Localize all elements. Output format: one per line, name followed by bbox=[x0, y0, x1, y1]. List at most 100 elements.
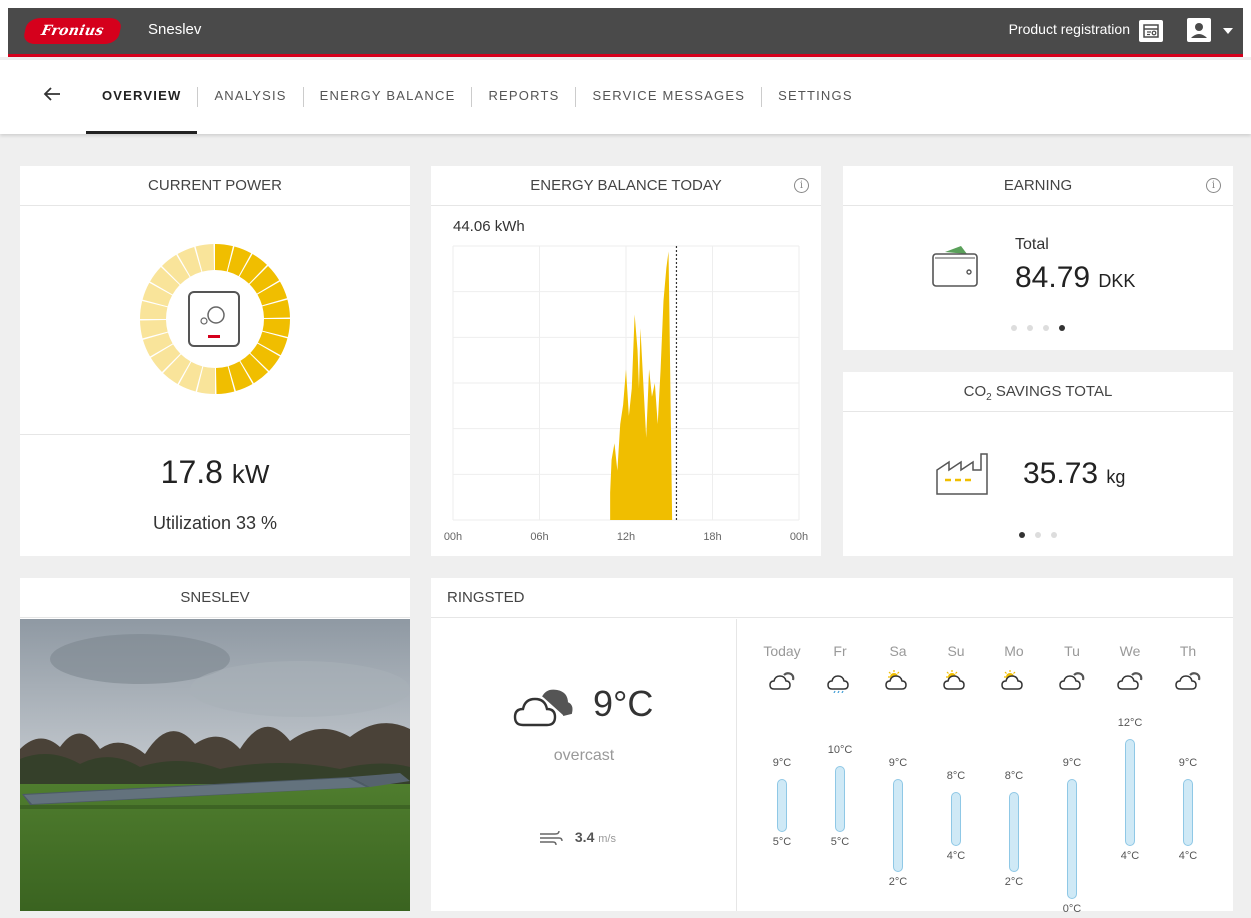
forecast-low-temp: 4°C bbox=[946, 849, 966, 862]
forecast-temp-range-bar bbox=[835, 765, 845, 833]
forecast-high-temp: 9°C bbox=[772, 757, 792, 769]
forecast-day-label: Today bbox=[763, 643, 801, 659]
carousel-dot[interactable] bbox=[1027, 325, 1033, 331]
info-icon[interactable]: i bbox=[794, 178, 809, 193]
site-photo-card[interactable]: SNESLEV bbox=[20, 578, 410, 911]
forecast-temp-range-bar bbox=[1067, 779, 1077, 899]
tab-energy-balance[interactable]: ENERGY BALANCE bbox=[304, 60, 472, 134]
current-power-unit: kW bbox=[231, 459, 270, 489]
forecast-strip: Today 9°C 5°C Fr 10°C 5°C Sa 9°C 2°C Su 8°C 4°C Mo 8°… bbox=[737, 619, 1233, 915]
forecast-high-temp: 9°C bbox=[1062, 757, 1082, 769]
forecast-day-label: Th bbox=[1179, 643, 1197, 659]
current-power-readout: 17.8 kW bbox=[20, 454, 410, 491]
forecast-day-label: We bbox=[1119, 643, 1141, 659]
info-icon[interactable]: i bbox=[1206, 178, 1221, 193]
user-account-icon[interactable] bbox=[1187, 18, 1211, 42]
forecast-temp-range-bar bbox=[777, 779, 787, 833]
forecast-day-label: Sa bbox=[889, 643, 907, 659]
wallet-icon bbox=[932, 246, 978, 287]
wind-unit: m/s bbox=[598, 833, 616, 845]
x-tick-label: 06h bbox=[530, 531, 548, 543]
forecast-low-temp: 5°C bbox=[830, 836, 850, 849]
wind-icon bbox=[540, 831, 563, 846]
carousel-dot-active[interactable] bbox=[1019, 532, 1025, 538]
wind-speed: 3.4 bbox=[574, 829, 595, 845]
x-tick-label: 18h bbox=[703, 531, 721, 543]
carousel-dot[interactable] bbox=[1051, 532, 1057, 538]
energy-balance-card[interactable]: ENERGY BALANCE TODAY i 44.06 kWh 00h 06h 12… bbox=[431, 166, 821, 556]
tab-service-messages[interactable]: SERVICE MESSAGES bbox=[576, 60, 761, 134]
partly-sunny-icon bbox=[1001, 670, 1023, 690]
forecast-low-temp: 2°C bbox=[888, 876, 908, 889]
back-arrow-icon[interactable] bbox=[40, 82, 64, 106]
inverter-icon bbox=[188, 291, 240, 347]
forecast-day-label: Fr bbox=[833, 643, 847, 659]
cloudy-icon bbox=[769, 672, 795, 690]
nav-bar: OVERVIEW ANALYSIS ENERGY BALANCE REPORTS… bbox=[0, 60, 1251, 134]
weather-location: RINGSTED bbox=[431, 578, 1233, 618]
co2-title: CO2 SAVINGS TOTAL bbox=[843, 372, 1233, 412]
factory-icon bbox=[936, 453, 988, 495]
forecast-low-temp: 0°C bbox=[1062, 903, 1082, 915]
x-tick-label: 12h bbox=[617, 531, 635, 543]
rain-icon bbox=[827, 675, 849, 693]
registration-icon[interactable] bbox=[1139, 20, 1163, 42]
wind-readout: 3.4 m/s bbox=[539, 829, 616, 846]
forecast-temp-range-bar bbox=[1183, 779, 1193, 846]
forecast-high-temp: 8°C bbox=[946, 770, 966, 783]
current-condition: overcast bbox=[553, 747, 615, 764]
earning-card[interactable]: EARNING i Total 84.79 DKK bbox=[843, 166, 1233, 350]
forecast-temp-range-bar bbox=[1009, 792, 1019, 873]
current-temperature: 9°C bbox=[593, 683, 654, 724]
co2-readout: 35.73 kg bbox=[1023, 457, 1125, 491]
energy-balance-title: ENERGY BALANCE TODAY i bbox=[431, 166, 821, 206]
forecast-temp-range-bar bbox=[1125, 739, 1135, 846]
cloudy-icon bbox=[1059, 672, 1085, 690]
tab-overview[interactable]: OVERVIEW bbox=[86, 60, 198, 134]
partly-sunny-icon bbox=[885, 670, 907, 690]
weather-card[interactable]: RINGSTED 9°C overcast 3.4 m/s Today 9°C 5°… bbox=[431, 578, 1233, 915]
forecast-day-label: Su bbox=[947, 643, 965, 659]
card-divider bbox=[20, 434, 410, 435]
co2-savings-card[interactable]: CO2 SAVINGS TOTAL 35.73 kg bbox=[843, 372, 1233, 556]
fronius-logo[interactable]: Fronius bbox=[22, 18, 123, 44]
carousel-dot[interactable] bbox=[1043, 325, 1049, 331]
forecast-high-temp: 8°C bbox=[1004, 770, 1024, 783]
co2-title-prefix: CO bbox=[963, 383, 987, 400]
co2-value: 35.73 bbox=[1023, 457, 1099, 490]
co2-unit: kg bbox=[1106, 467, 1126, 487]
energy-balance-chart: 00h 06h 12h 18h 00h bbox=[444, 245, 808, 543]
forecast-high-temp: 9°C bbox=[1178, 757, 1198, 769]
carousel-dot[interactable] bbox=[1035, 532, 1041, 538]
earning-readout: 84.79 DKK bbox=[1015, 261, 1135, 295]
forecast-temp-range-bar bbox=[951, 792, 961, 846]
earning-carousel-dots[interactable] bbox=[843, 325, 1233, 331]
header: Fronius Sneslev Product registration bbox=[8, 8, 1243, 57]
x-tick-label: 00h bbox=[790, 531, 808, 543]
overcast-cloud-icon bbox=[513, 689, 573, 727]
earning-title-text: EARNING bbox=[1003, 177, 1073, 194]
top-bar: Fronius Sneslev Product registration bbox=[0, 0, 1251, 57]
cloudy-icon bbox=[1117, 672, 1143, 690]
account-menu-caret-icon[interactable] bbox=[1223, 28, 1233, 34]
tab-analysis[interactable]: ANALYSIS bbox=[198, 60, 302, 134]
product-registration-link[interactable]: Product registration bbox=[1009, 21, 1130, 37]
forecast-low-temp: 2°C bbox=[1004, 876, 1024, 889]
tab-settings[interactable]: SETTINGS bbox=[762, 60, 869, 134]
earning-value: 84.79 bbox=[1015, 261, 1091, 294]
current-weather: 9°C overcast 3.4 m/s bbox=[431, 619, 737, 911]
earning-title: EARNING i bbox=[843, 166, 1233, 206]
energy-balance-title-text: ENERGY BALANCE TODAY bbox=[530, 177, 722, 194]
site-name: Sneslev bbox=[148, 21, 202, 38]
forecast-low-temp: 4°C bbox=[1178, 849, 1198, 862]
co2-carousel-dots[interactable] bbox=[843, 532, 1233, 538]
co2-title-suffix: SAVINGS TOTAL bbox=[991, 383, 1113, 400]
tab-reports[interactable]: REPORTS bbox=[472, 60, 575, 134]
current-power-card[interactable]: CURRENT POWER 17.8 kW Utilization 33 % bbox=[20, 166, 410, 556]
forecast-low-temp: 4°C bbox=[1120, 849, 1140, 862]
x-tick-label: 00h bbox=[444, 531, 462, 543]
earning-total-label: Total bbox=[1015, 236, 1049, 253]
partly-sunny-icon bbox=[943, 670, 965, 690]
carousel-dot[interactable] bbox=[1011, 325, 1017, 331]
carousel-dot-active[interactable] bbox=[1059, 325, 1065, 331]
